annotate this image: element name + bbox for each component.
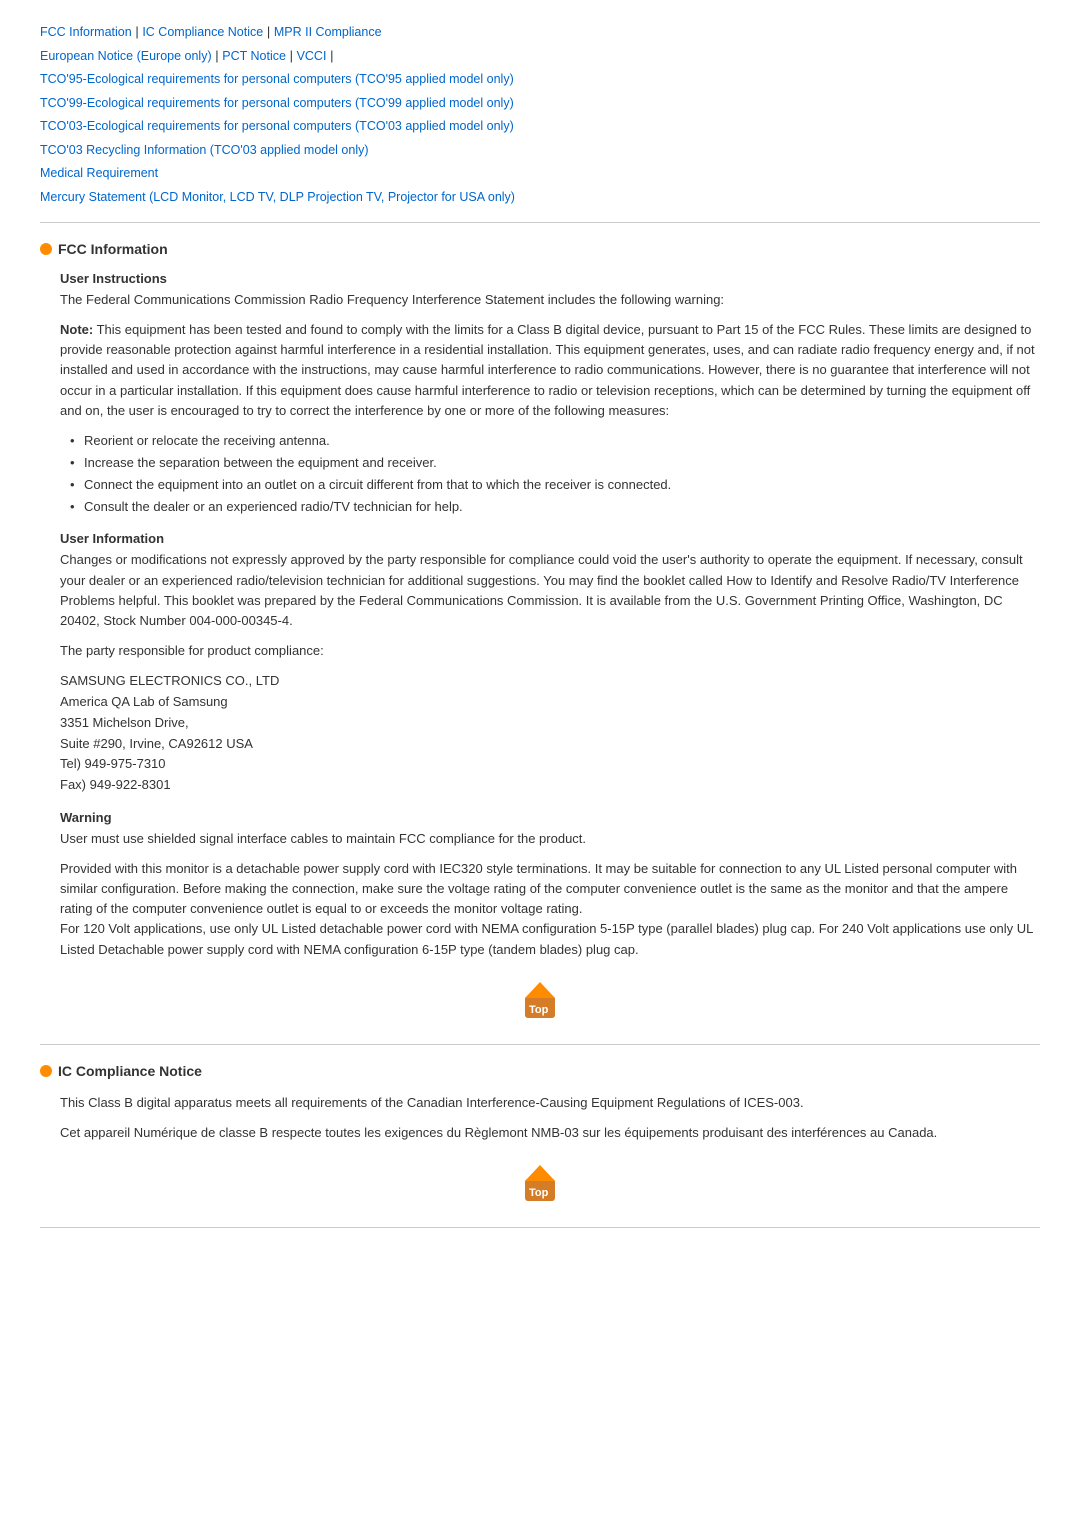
- ic-bottom-divider: [40, 1227, 1040, 1228]
- fcc-section-title: FCC Information: [40, 241, 1040, 257]
- fcc-note-text: Note: This equipment has been tested and…: [60, 320, 1040, 421]
- svg-text:Top: Top: [529, 1187, 549, 1199]
- ic-dot-icon: [40, 1065, 52, 1077]
- company-info: SAMSUNG ELECTRONICS CO., LTD America QA …: [60, 671, 1040, 796]
- ic-para2: Cet appareil Numérique de classe B respe…: [60, 1123, 1040, 1143]
- nav-tco99[interactable]: TCO'99-Ecological requirements for perso…: [40, 96, 514, 110]
- fcc-dot-icon: [40, 243, 52, 255]
- ic-section-title: IC Compliance Notice: [40, 1063, 1040, 1079]
- user-information-title: User Information: [60, 531, 1040, 546]
- fcc-top-button-area: Top: [40, 978, 1040, 1026]
- svg-text:Top: Top: [529, 1004, 549, 1016]
- list-item: Consult the dealer or an experienced rad…: [70, 497, 1040, 517]
- user-information-para2: The party responsible for product compli…: [60, 641, 1040, 661]
- nav-mpr[interactable]: MPR II Compliance: [274, 25, 382, 39]
- fcc-bottom-divider: [40, 1044, 1040, 1045]
- top-divider: [40, 222, 1040, 223]
- list-item: Increase the separation between the equi…: [70, 453, 1040, 473]
- nav-fcc[interactable]: FCC Information: [40, 25, 132, 39]
- ic-section: IC Compliance Notice This Class B digita…: [40, 1063, 1040, 1209]
- ic-content: This Class B digital apparatus meets all…: [40, 1093, 1040, 1143]
- nav-tco95[interactable]: TCO'95-Ecological requirements for perso…: [40, 72, 514, 86]
- list-item: Reorient or relocate the receiving anten…: [70, 431, 1040, 451]
- fcc-section: FCC Information User Instructions The Fe…: [40, 241, 1040, 1026]
- nav-ic[interactable]: IC Compliance Notice: [142, 25, 263, 39]
- user-instructions-title: User Instructions: [60, 271, 1040, 286]
- nav-tco03r[interactable]: TCO'03 Recycling Information (TCO'03 app…: [40, 143, 369, 157]
- ic-top-button[interactable]: Top: [515, 1161, 565, 1209]
- warning-para1: User must use shielded signal interface …: [60, 829, 1040, 849]
- fcc-content: User Instructions The Federal Communicat…: [40, 271, 1040, 960]
- nav-tco03[interactable]: TCO'03-Ecological requirements for perso…: [40, 119, 514, 133]
- ic-top-button-area: Top: [40, 1161, 1040, 1209]
- nav-vcci[interactable]: VCCI: [297, 49, 327, 63]
- user-instructions-intro: The Federal Communications Commission Ra…: [60, 290, 1040, 310]
- warning-para2: Provided with this monitor is a detachab…: [60, 859, 1040, 960]
- fcc-measures-list: Reorient or relocate the receiving anten…: [60, 431, 1040, 518]
- nav-pct[interactable]: PCT Notice: [222, 49, 286, 63]
- nav-mercury[interactable]: Mercury Statement (LCD Monitor, LCD TV, …: [40, 190, 515, 204]
- warning-title: Warning: [60, 810, 1040, 825]
- nav-european[interactable]: European Notice (Europe only): [40, 49, 212, 63]
- fcc-top-button[interactable]: Top: [515, 978, 565, 1026]
- user-information-para1: Changes or modifications not expressly a…: [60, 550, 1040, 631]
- nav-medical[interactable]: Medical Requirement: [40, 166, 158, 180]
- navigation-links: FCC Information | IC Compliance Notice |…: [40, 20, 1040, 208]
- list-item: Connect the equipment into an outlet on …: [70, 475, 1040, 495]
- ic-para1: This Class B digital apparatus meets all…: [60, 1093, 1040, 1113]
